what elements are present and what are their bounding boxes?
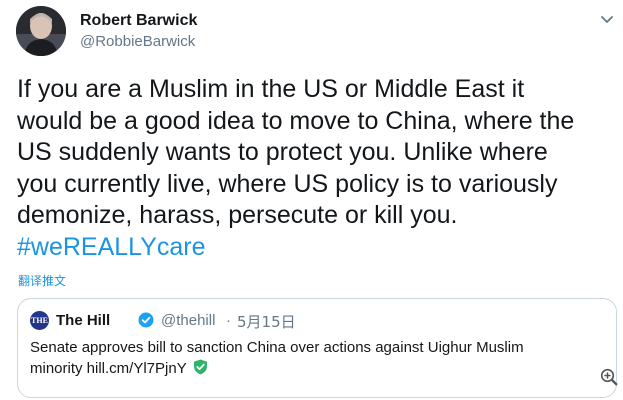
separator-dot: ·: [226, 312, 231, 329]
tweet-text: If you are a Muslim in the US or Middle …: [17, 74, 617, 263]
the-hill-logo: THE: [30, 311, 49, 330]
quoted-author-handle: @thehill: [161, 312, 216, 329]
translate-tweet-link[interactable]: 翻译推文: [18, 272, 66, 289]
quoted-text: Senate approves bill to sanction China o…: [30, 337, 605, 379]
quoted-text-line: minority hill.cm/Yl7PjnY: [30, 360, 187, 377]
verified-badge-icon: [138, 312, 154, 328]
tweet-text-line: US suddenly wants to protect you. Unlike…: [17, 138, 548, 166]
chevron-down-icon[interactable]: [598, 10, 616, 28]
green-shield-check-icon: [193, 359, 207, 375]
tweet-text-line: would be a good idea to move to China, w…: [17, 106, 575, 135]
tweet-text-line: demonize, harass, persecute or kill you.: [17, 201, 458, 229]
author-name[interactable]: Robert Barwick: [80, 12, 197, 30]
tweet-card: Robert Barwick @RobbieBarwick If you are…: [0, 0, 623, 400]
tweet-text-line: you currently live, where US policy is t…: [17, 169, 558, 198]
quoted-tweet[interactable]: THE The Hill @thehill · 5月15日 Senate app…: [17, 298, 617, 398]
hashtag-link[interactable]: #weREALLYcare: [17, 233, 206, 261]
author-avatar[interactable]: [16, 6, 66, 56]
quoted-author-name: The Hill: [56, 312, 111, 329]
author-handle[interactable]: @RobbieBarwick: [80, 33, 195, 51]
person-photo-icon: [16, 6, 66, 56]
quoted-text-line: Senate approves bill to sanction China o…: [30, 339, 524, 356]
zoom-in-icon[interactable]: [600, 368, 618, 386]
quoted-date: 5月15日: [237, 313, 296, 331]
tweet-text-line: If you are a Muslim in the US or Middle …: [17, 75, 525, 103]
